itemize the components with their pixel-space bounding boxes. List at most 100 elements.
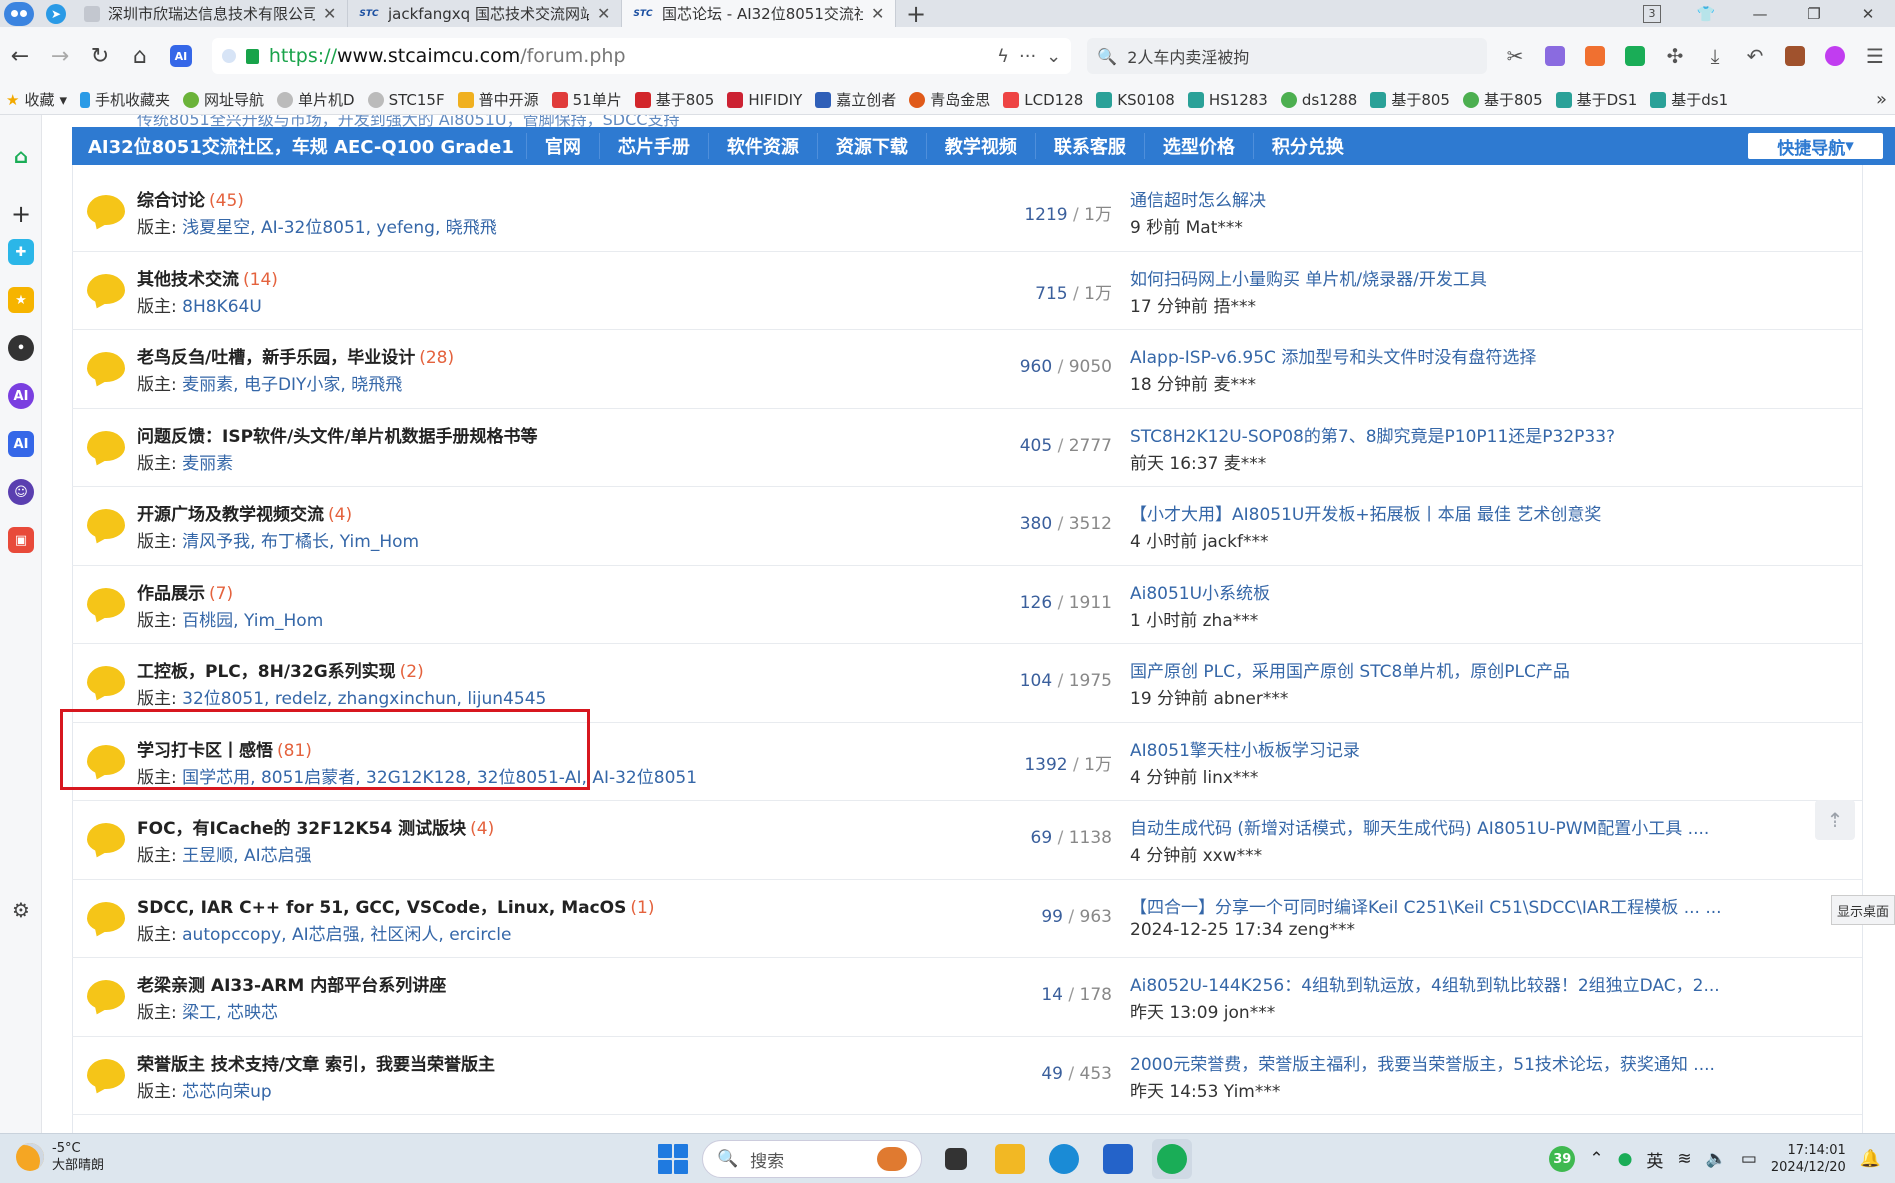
browser-taskbar-icon[interactable] (1152, 1139, 1192, 1179)
nav-link[interactable]: 资源下载 (816, 133, 926, 159)
chevron-down-icon[interactable]: ⌄ (1046, 46, 1061, 67)
last-post-link[interactable]: 自动生成代码 (新增对话模式，聊天生成代码) AI8051U-PWM配置小工具 … (1130, 814, 1855, 839)
reload-button[interactable]: ↻ (80, 36, 120, 76)
forum-name[interactable]: 其他技术交流 (137, 270, 239, 290)
task-view-icon[interactable] (936, 1139, 976, 1179)
chat-robot-icon[interactable]: • (8, 335, 34, 361)
moderator-links[interactable]: 浅夏星空, AI-32位8051, yefeng, 晓飛飛 (182, 218, 497, 238)
last-post-link[interactable]: 【小才大用】AI8051U开发板+拓展板丨本届 最佳 艺术创意奖 (1130, 500, 1855, 525)
bookmark-item[interactable]: 青岛金思 (909, 89, 990, 110)
bookmark-item[interactable]: ds1288 (1280, 91, 1357, 109)
ai-icon[interactable]: AI (8, 431, 34, 457)
last-post-link[interactable]: 国产原创 PLC，采用国产原创 STC8单片机，原创PLC产品 (1130, 657, 1855, 682)
site-brand[interactable]: AI32位8051交流社区，车规 AEC-Q100 Grade1 (72, 133, 526, 159)
gamepad-icon[interactable]: ▣ (8, 527, 34, 553)
battery-icon[interactable]: ▭ (1741, 1149, 1757, 1169)
moderator-links[interactable]: 清风予我, 布丁橘长, Yim_Hom (182, 532, 419, 552)
tab-2[interactable]: STC jackfangxq 国芯技术交流网站 ✕ (348, 0, 622, 27)
moderator-links[interactable]: 梁工, 芯映芯 (182, 1003, 278, 1023)
forum-name[interactable]: 老梁亲测 AI33-ARM 内部平台系列讲座 (137, 976, 446, 996)
last-post-link[interactable]: STC8H2K12U-SOP08的第7、8脚究竟是P10P11还是P32P33? (1130, 422, 1855, 447)
restore-button[interactable]: ❐ (1787, 5, 1841, 23)
bookmark-favorites[interactable]: ★ 收藏 ▾ (6, 89, 67, 110)
close-tab-icon[interactable]: ✕ (597, 4, 611, 23)
minimize-button[interactable]: — (1733, 5, 1787, 23)
bookmark-item[interactable]: KS0108 (1096, 91, 1175, 109)
last-post-link[interactable]: 【四合一】分享一个可同时编译Keil C251\Keil C51\SDCC\IA… (1130, 893, 1855, 918)
more-dots-icon[interactable]: ··· (1019, 46, 1036, 67)
app-tray-icon[interactable]: ● (1618, 1149, 1633, 1169)
close-tab-icon[interactable]: ✕ (871, 4, 885, 23)
moderator-links[interactable]: 百桃园, Yim_Hom (182, 611, 323, 631)
bookmark-item[interactable]: 基于805 (1370, 89, 1450, 110)
back-button[interactable]: ← (0, 36, 40, 76)
bookmark-item[interactable]: 普中开源 (457, 89, 539, 110)
notification-bell-icon[interactable]: 🔔 (1860, 1149, 1881, 1169)
star-icon[interactable]: ★ (8, 287, 34, 313)
store-icon[interactable] (1098, 1139, 1138, 1179)
forum-name[interactable]: 工控板，PLC，8H/32G系列实现 (137, 662, 396, 682)
forum-name[interactable]: 作品展示 (137, 584, 205, 604)
quick-nav-button[interactable]: 快捷导航 ▾ (1748, 133, 1883, 159)
shirt-icon[interactable]: 👕 (1679, 5, 1733, 23)
close-tab-icon[interactable]: ✕ (323, 4, 337, 23)
forum-name[interactable]: 老鸟反刍/吐槽，新手乐园，毕业设计 (137, 348, 415, 368)
nav-link[interactable]: 选型价格 (1143, 133, 1253, 159)
edge-browser-icon[interactable] (1044, 1139, 1084, 1179)
nav-link[interactable]: 教学视频 (925, 133, 1035, 159)
last-post-link[interactable]: Ai8052U-144K256：4组轨到轨运放，4组轨到轨比较器！2组独立DAC… (1130, 971, 1855, 996)
tab-count-badge[interactable]: 3 (1643, 4, 1661, 23)
tab-1[interactable]: 深圳市欣瑞达信息技术有限公司 ✕ (74, 0, 348, 27)
last-post-link[interactable]: 通信超时怎么解决 (1130, 186, 1855, 211)
pinned-tab-icon[interactable]: ➤ (38, 0, 74, 27)
ai-ring-icon[interactable] (1815, 36, 1855, 76)
last-post-link[interactable]: AI8051擎天柱小板板学习记录 (1130, 736, 1855, 761)
new-tab-button[interactable]: + (896, 0, 936, 28)
clock[interactable]: 17:14:01 2024/12/20 (1771, 1142, 1846, 1176)
back-to-top-button[interactable]: ⇡ (1815, 800, 1855, 840)
forum-name[interactable]: 学习打卡区丨感悟 (137, 741, 273, 761)
lightning-icon[interactable]: ϟ (997, 46, 1009, 67)
browser-logo-icon[interactable] (0, 0, 38, 27)
last-post-link[interactable]: 2000元荣誉费，荣誉版主福利，我要当荣誉版主，51技术论坛，获奖通知 .... (1130, 1050, 1855, 1075)
wifi-icon[interactable]: ≋ (1677, 1149, 1691, 1169)
undo-icon[interactable]: ↶ (1735, 36, 1775, 76)
last-post-link[interactable]: Ai8051U小系统板 (1130, 579, 1855, 604)
nav-link[interactable]: 软件资源 (707, 133, 817, 159)
bookmark-item[interactable]: 手机收藏夹 (80, 89, 170, 110)
close-window-button[interactable]: ✕ (1841, 5, 1895, 23)
bookmark-item[interactable]: 基于805 (1462, 89, 1543, 110)
ime-indicator[interactable]: 英 (1646, 1147, 1663, 1172)
moderator-links[interactable]: 8H8K64U (182, 297, 262, 317)
bookmark-item[interactable]: 嘉立创者 (815, 89, 896, 110)
download-icon[interactable]: ⤓ (1695, 36, 1735, 76)
add-icon[interactable]: + (8, 200, 34, 228)
search-box[interactable]: 🔍 (1087, 38, 1487, 74)
forum-name[interactable]: 综合讨论 (137, 191, 205, 211)
moderator-links[interactable]: 王昱顺, AI芯启强 (182, 846, 311, 866)
bookmark-item[interactable]: LCD128 (1003, 91, 1083, 109)
moderator-links[interactable]: autopccopy, AI芯启强, 社区闲人, ercircle (182, 925, 511, 945)
bookmark-item[interactable]: 51单片 (551, 89, 622, 110)
robot-icon[interactable]: ☺ (8, 479, 34, 505)
scissors-icon[interactable]: ✂ (1495, 36, 1535, 76)
home-icon[interactable]: ⌂ (8, 143, 34, 169)
weather-widget[interactable]: -5°C 大部晴朗 (16, 1140, 104, 1174)
home-button[interactable]: ⌂ (120, 36, 160, 76)
nav-link[interactable]: 芯片手册 (598, 133, 708, 159)
forum-name[interactable]: 问题反馈：ISP软件/头文件/单片机数据手册规格书等 (137, 427, 537, 447)
forum-name[interactable]: FOC，有ICache的 32F12K54 测试版块 (137, 819, 466, 839)
tab-3-active[interactable]: STC 国芯论坛 - AI32位8051交流社区 ✕ (622, 0, 896, 27)
nav-link[interactable]: 联系客服 (1034, 133, 1144, 159)
forward-button[interactable]: → (40, 36, 80, 76)
notification-badge[interactable]: 39 (1549, 1146, 1576, 1172)
more-bookmarks-icon[interactable]: » (1876, 89, 1887, 110)
chevron-up-icon[interactable]: ⌃ (1589, 1149, 1603, 1169)
bookmark-item[interactable]: HS1283 (1187, 91, 1268, 109)
bookmark-item[interactable]: 基于ds1 (1650, 89, 1728, 110)
address-bar[interactable]: https://www.stcaimcu.com/forum.php ϟ ···… (211, 38, 1072, 74)
puzzle-icon[interactable]: ✣ (1655, 36, 1695, 76)
moderator-links[interactable]: 32位8051, redelz, zhangxinchun, lijun4545 (182, 689, 546, 709)
game-icon[interactable] (1575, 36, 1615, 76)
moderator-links[interactable]: 芯芯向荣up (182, 1082, 272, 1102)
